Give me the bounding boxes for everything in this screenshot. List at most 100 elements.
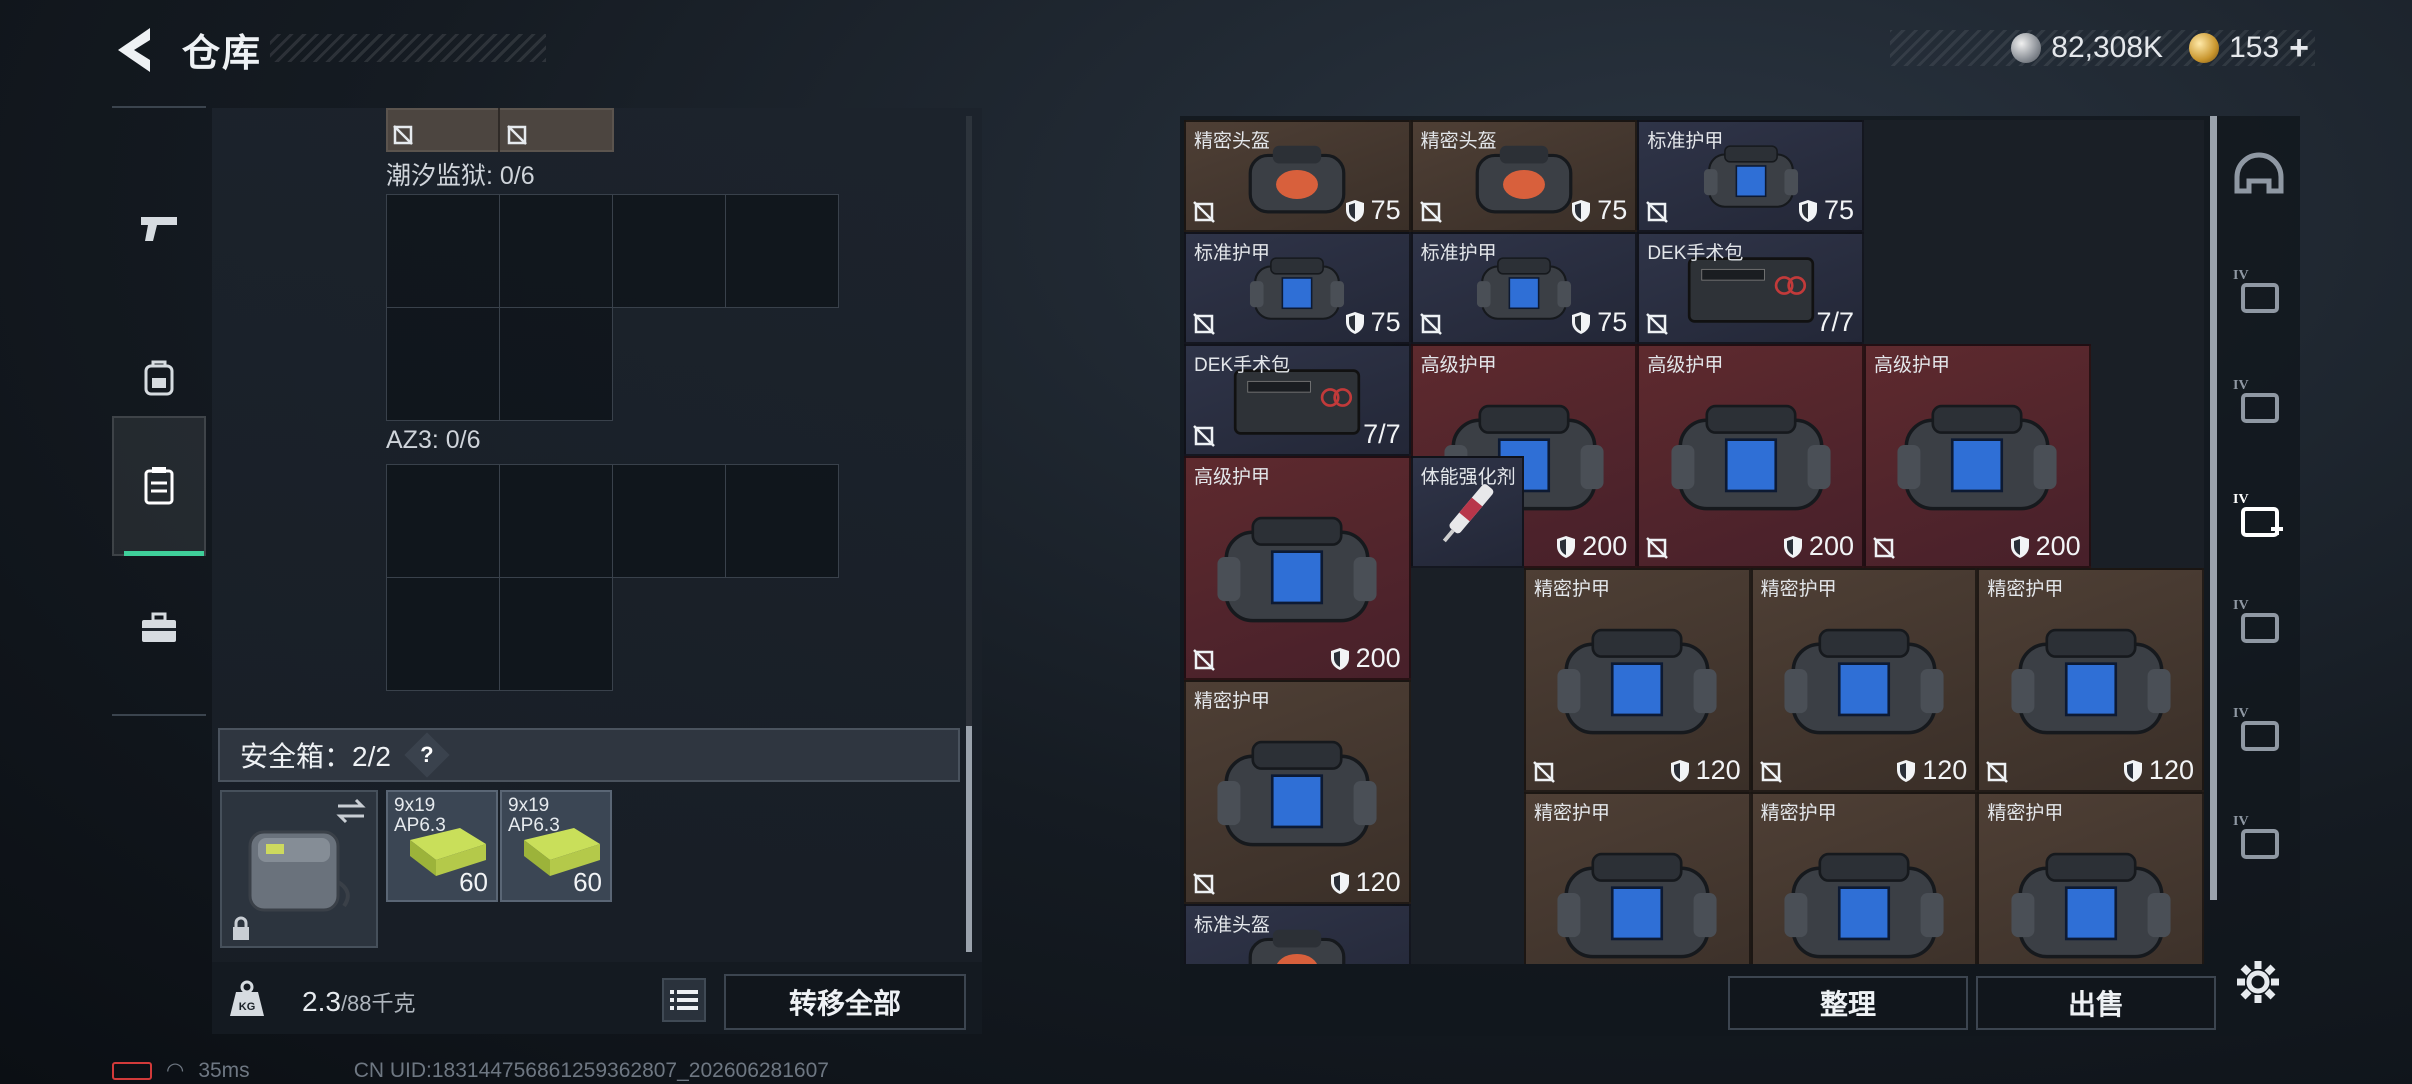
- title-stripe: [270, 34, 546, 62]
- item-name: 高级护甲: [1647, 355, 1724, 376]
- safebox-slot[interactable]: [220, 790, 378, 948]
- stash-item[interactable]: DEK手术包 7/7: [1637, 232, 1864, 344]
- filter-tab[interactable]: IV: [2224, 686, 2294, 776]
- item-value: 7/7: [1363, 419, 1401, 450]
- swap-icon: [336, 798, 366, 824]
- partial-item-divider: [498, 108, 500, 152]
- no-insure-icon: [1646, 201, 1669, 223]
- ammo-item[interactable]: 9x19 AP6.3 60: [386, 790, 498, 902]
- weight-readout: 2.3/88千克: [302, 986, 416, 1018]
- silver-coin-icon: [2011, 33, 2042, 63]
- stash-item[interactable]: 精密护甲: [1977, 792, 2204, 964]
- stash-item[interactable]: 精密护甲 120: [1750, 568, 1978, 792]
- filter-tab[interactable]: IV: [2224, 578, 2294, 668]
- no-insure-icon: [1419, 313, 1442, 335]
- weight-max: /88千克: [340, 991, 416, 1016]
- stash-item[interactable]: 标准护甲 75: [1410, 232, 1638, 344]
- filter-tab[interactable]: IV: [2224, 794, 2294, 884]
- transfer-all-button[interactable]: 转移全部: [724, 974, 966, 1030]
- stash-scrollbar[interactable]: [2210, 116, 2217, 900]
- settings-gear-icon[interactable]: [2234, 958, 2282, 1006]
- armor-shield-icon: [1572, 199, 1591, 222]
- grid-slot[interactable]: [499, 307, 613, 421]
- stash-item[interactable]: 体能强化剂: [1410, 456, 1524, 568]
- left-scrollbar-thumb[interactable]: [966, 726, 972, 952]
- grid-slot[interactable]: [499, 194, 613, 308]
- svg-text:IV: IV: [2233, 598, 2249, 613]
- grid-slot[interactable]: [386, 577, 500, 691]
- item-value: 75: [1345, 307, 1401, 338]
- filter-tabs: IV IV IV IV IV IV: [2218, 118, 2298, 968]
- armor-shield-icon: [1798, 199, 1817, 222]
- stash-item[interactable]: 精密头盔 75: [1184, 120, 1411, 232]
- stash-item[interactable]: 标准护甲 75: [1184, 232, 1411, 344]
- grid-slot[interactable]: [725, 464, 839, 578]
- stash-item[interactable]: 精密护甲 120: [1977, 568, 2204, 792]
- stash-item[interactable]: 高级护甲 200: [1184, 456, 1411, 680]
- ammo-name: 9x19 AP6.3: [394, 795, 446, 836]
- armor-shield-icon: [2123, 759, 2142, 782]
- tab-containers[interactable]: [112, 416, 206, 556]
- stash-item[interactable]: 精密头盔 75: [1410, 120, 1638, 232]
- ammo-item[interactable]: 9x19 AP6.3 60: [500, 790, 612, 902]
- sell-button[interactable]: 出售: [1976, 976, 2216, 1030]
- add-currency-button[interactable]: +: [2289, 29, 2309, 68]
- item-name: 高级护甲: [1874, 355, 1951, 376]
- pistol-icon: [141, 217, 177, 241]
- grid-slot[interactable]: [499, 577, 613, 691]
- list-view-button[interactable]: [662, 978, 706, 1022]
- other-filter-icon: IV: [2233, 814, 2279, 859]
- grid-slot[interactable]: [386, 307, 500, 421]
- item-name: 精密护甲: [1534, 579, 1611, 600]
- stash-item[interactable]: DEK手术包 7/7: [1184, 344, 1411, 456]
- gold-amount: 153: [2229, 31, 2280, 64]
- container-label: 潮汐监狱: 0/6: [386, 162, 535, 190]
- stash-item[interactable]: 标准护甲 75: [1637, 120, 1864, 232]
- filter-tab[interactable]: IV: [2224, 248, 2294, 338]
- item-value: 200: [1783, 531, 1854, 562]
- filter-tab[interactable]: IV: [2224, 472, 2294, 562]
- stash-item[interactable]: 高级护甲 200: [1864, 344, 2091, 568]
- backpack-icon: [144, 360, 174, 396]
- stash-item[interactable]: 精密护甲 120: [1524, 568, 1751, 792]
- item-value-text: 75: [1370, 307, 1401, 337]
- item-value-text: 75: [1597, 307, 1628, 337]
- stash-item[interactable]: 精密护甲 120: [1184, 680, 1411, 904]
- stash-item[interactable]: 精密护甲: [1750, 792, 1978, 964]
- item-value-text: 200: [1355, 643, 1401, 673]
- filter-tab[interactable]: IV: [2224, 358, 2294, 448]
- armor-vest-icon: [1557, 629, 1717, 735]
- no-insure-icon: [1873, 537, 1895, 559]
- no-insure-icon: [1759, 761, 1782, 783]
- grid-slot[interactable]: [386, 194, 500, 308]
- item-value-text: 120: [1355, 867, 1401, 897]
- grid-slot[interactable]: [499, 464, 613, 578]
- no-insure-icon: [1193, 201, 1215, 223]
- armor-vest-icon: [1897, 405, 2057, 511]
- partial-item-row: [386, 108, 614, 152]
- grid-slot[interactable]: [612, 464, 726, 578]
- grid-slot[interactable]: [386, 464, 500, 578]
- item-name: 高级护甲: [1194, 467, 1271, 488]
- item-value: 200: [2010, 531, 2081, 562]
- grid-slot[interactable]: [725, 194, 839, 308]
- item-name: 体能强化剂: [1420, 467, 1516, 488]
- tab-tools[interactable]: [112, 558, 206, 698]
- stash-item[interactable]: 精密护甲: [1524, 792, 1751, 964]
- armor-shield-icon: [1330, 871, 1349, 894]
- armor-vest-icon: [2011, 629, 2171, 735]
- stash-item[interactable]: 高级护甲 200: [1637, 344, 1864, 568]
- no-insure-icon: [1193, 649, 1215, 671]
- page-title: 仓库: [182, 33, 263, 75]
- item-value-text: 120: [1922, 755, 1968, 785]
- gold-currency[interactable]: 153 +: [2189, 29, 2309, 68]
- stash-item[interactable]: 标准头盔: [1184, 904, 1411, 964]
- item-value: 120: [1670, 755, 1741, 786]
- sort-button[interactable]: 整理: [1728, 976, 1968, 1030]
- medical-filter-icon: IV: [2233, 492, 2283, 537]
- help-button[interactable]: ?: [404, 732, 450, 778]
- grid-slot[interactable]: [612, 194, 726, 308]
- tab-weapons[interactable]: [112, 158, 206, 298]
- filter-tab[interactable]: [2224, 134, 2294, 224]
- back-button[interactable]: [110, 22, 160, 78]
